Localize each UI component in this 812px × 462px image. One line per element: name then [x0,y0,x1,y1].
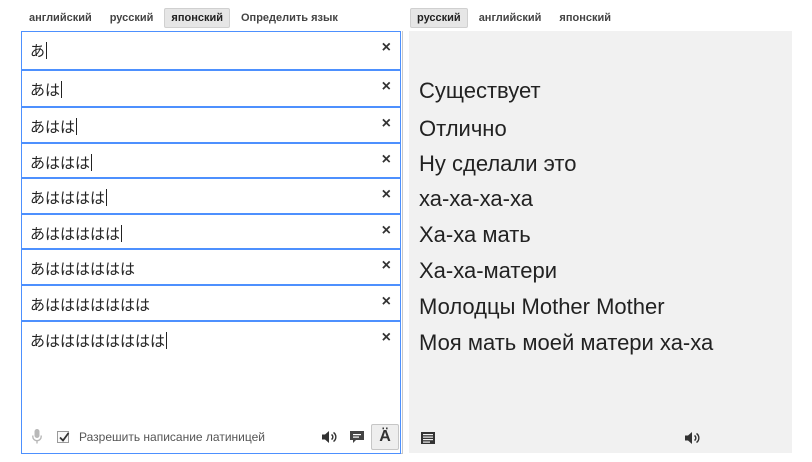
translation-line: ха-ха-ха-ха [419,186,533,211]
translation-line: Моя мать моей матери ха-ха [419,330,714,355]
clear-input-button[interactable]: × [382,77,391,97]
chat-bubble-icon[interactable] [349,430,365,449]
source-text-value: あはははははははは [30,332,168,350]
target-tab-english[interactable]: английский [472,8,549,28]
translation-line: Отлично [419,116,507,141]
source-text-value: あははははははは [30,296,151,314]
text-caret [61,81,63,98]
microphone-icon[interactable] [32,429,42,450]
translation-line: Ха-ха мать [419,222,531,247]
source-text-input[interactable]: あはは × [21,107,401,143]
clear-input-button[interactable]: × [382,292,391,312]
clear-input-button[interactable]: × [382,38,391,58]
translation-line: Молодцы Mother Mother [419,294,665,319]
source-text-value: あはははは [30,189,108,207]
speaker-icon[interactable] [684,431,702,450]
source-text-value: あは [30,81,63,99]
source-text-input[interactable]: あはははははは × [21,249,401,285]
target-language-bar: русский английский японский [410,8,622,28]
clear-input-button[interactable]: × [382,114,391,134]
list-icon[interactable] [421,431,435,449]
clear-input-button[interactable]: × [382,185,391,205]
source-tab-russian[interactable]: русский [103,8,161,28]
source-tab-detect-language[interactable]: Определить язык [234,8,345,28]
source-text-input[interactable]: あははは × [21,143,401,178]
source-text-input[interactable]: あははははははは × [21,285,401,321]
clear-input-button[interactable]: × [382,256,391,276]
source-tab-japanese[interactable]: японский [164,8,230,28]
target-tab-russian[interactable]: русский [410,8,468,28]
source-text-input[interactable]: あ × [21,31,401,70]
transliteration-label: Разрешить написание латиницей [79,430,265,444]
clear-input-button[interactable]: × [382,221,391,241]
translation-line: Ха-ха-матери [419,258,558,283]
text-caret [91,154,93,171]
source-text-value: あははは [30,154,93,172]
text-caret [166,332,168,349]
source-text-input[interactable]: あは × [21,70,401,107]
text-caret [46,42,48,59]
source-footer: Разрешить написание латиницей Ä [22,424,400,450]
translation-line: Существует [419,78,541,103]
text-caret [106,189,108,206]
source-text-value: あ [30,42,48,60]
clear-input-button[interactable]: × [382,328,391,348]
source-text-value: あはははははは [30,260,136,278]
input-tools-button[interactable]: Ä [371,424,399,450]
source-language-bar: английский русский японский Определить я… [22,8,349,28]
text-caret [76,118,78,135]
source-text-input[interactable]: あははははは × [21,214,401,249]
transliteration-checkbox[interactable] [57,431,70,443]
translation-line: Ну сделали это [419,151,577,176]
speaker-icon[interactable] [321,430,339,449]
source-text-input[interactable]: あはははは × [21,178,401,214]
text-caret [121,225,123,242]
clear-input-button[interactable]: × [382,150,391,170]
target-tab-japanese[interactable]: японский [552,8,618,28]
source-text-value: あはは [30,118,78,136]
translation-output-panel: Существует Отлично Ну сделали это ха-ха-… [409,31,792,453]
source-text-value: あははははは [30,225,123,243]
source-tab-english[interactable]: английский [22,8,99,28]
